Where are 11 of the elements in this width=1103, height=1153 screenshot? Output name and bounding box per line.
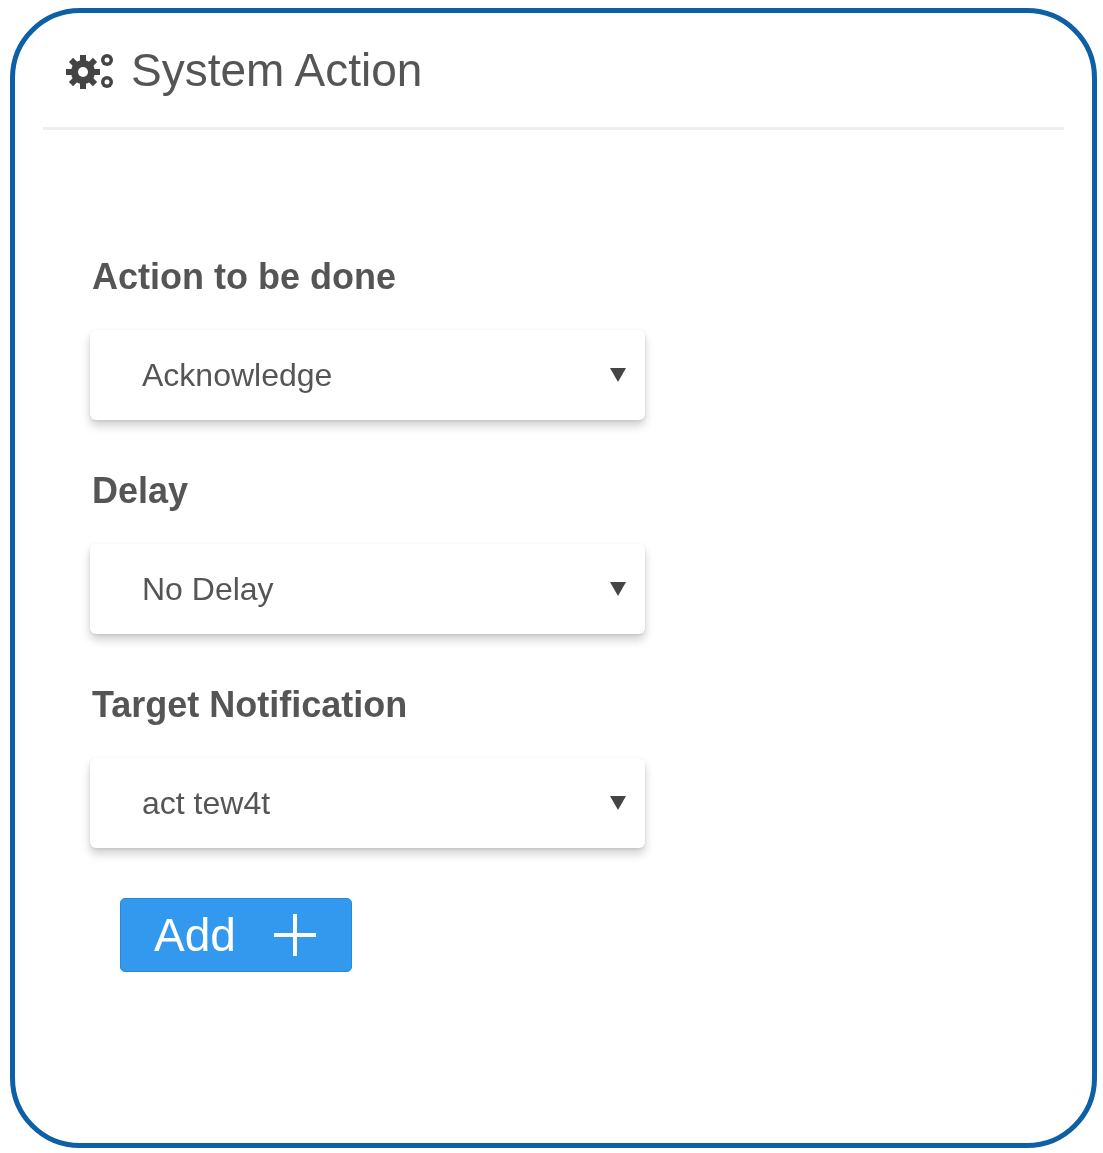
caret-icon	[609, 795, 627, 811]
dropdown[interactable]: No Delay	[90, 544, 645, 634]
panel-title: System Action	[131, 43, 423, 97]
field-label: Delay	[92, 470, 189, 512]
caret-icon	[609, 581, 627, 597]
plus-icon	[271, 912, 318, 958]
dropdown[interactable]: Acknowledge	[90, 330, 645, 420]
field-label: Action to be done	[92, 256, 396, 298]
dropdown[interactable]: act tew4t	[90, 758, 645, 848]
caret-icon	[609, 367, 627, 383]
field-label: Target Notification	[92, 684, 408, 726]
